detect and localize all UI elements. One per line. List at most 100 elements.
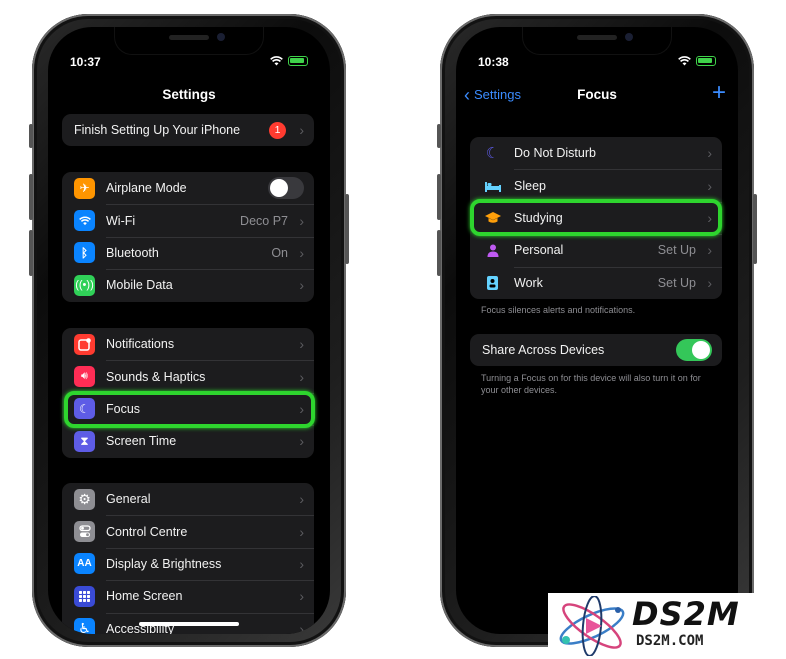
display-brightness-row[interactable]: AA Display & Brightness › [62, 547, 314, 580]
row-label: Share Across Devices [482, 343, 605, 358]
work-row[interactable]: Work Set Up › [470, 266, 722, 299]
focus-modes-group: ☾ Do Not Disturb › Sleep › Studying › Pe… [470, 137, 722, 299]
chevron-right-icon: › [299, 277, 304, 294]
person-icon [482, 240, 503, 261]
hourglass-icon: ⧗ [74, 430, 95, 452]
connectivity-group: ✈ Airplane Mode Wi-Fi Deco P7 › ᛒ Blueto… [62, 172, 314, 302]
bluetooth-row[interactable]: ᛒ Bluetooth On › [62, 236, 314, 269]
chevron-right-icon: › [299, 433, 304, 450]
row-label: General [106, 492, 151, 507]
chevron-right-icon: › [299, 368, 304, 385]
airplane-mode-row[interactable]: ✈ Airplane Mode [62, 172, 314, 204]
wifi-row[interactable]: Wi-Fi Deco P7 › [62, 204, 314, 236]
moon-icon: ☾ [485, 145, 500, 163]
side-button [345, 194, 349, 264]
volume-up-button [437, 174, 441, 220]
atom-logo [559, 596, 625, 656]
bluetooth-value: On [271, 245, 288, 260]
share-group: Share Across Devices [470, 334, 722, 367]
graduation-cap-icon [482, 207, 503, 228]
row-label: Home Screen [106, 589, 183, 604]
chevron-right-icon: › [299, 555, 304, 572]
status-time: 10:38 [478, 55, 509, 69]
row-label: Control Centre [106, 524, 188, 539]
studying-row[interactable]: Studying › [470, 201, 722, 234]
volume-down-button [437, 230, 441, 276]
wifi-value: Deco P7 [240, 213, 288, 228]
toggles-icon [74, 521, 95, 543]
notch [522, 27, 672, 55]
chevron-right-icon: › [299, 212, 304, 229]
wifi-status-icon [678, 56, 691, 66]
row-label: Screen Time [106, 434, 177, 449]
badge-icon [482, 272, 503, 293]
grid-icon [74, 585, 95, 607]
silent-switch [437, 124, 441, 148]
row-label: Sleep [514, 178, 546, 193]
sleep-row[interactable]: Sleep › [470, 169, 722, 201]
status-icons [270, 56, 308, 66]
row-label: Mobile Data [106, 278, 173, 293]
setup-group: Finish Setting Up Your iPhone 1 › [62, 114, 314, 147]
row-label: Wi-Fi [106, 213, 136, 228]
notifications-group: Notifications › 🔊︎ Sounds & Haptics › ☾ … [62, 328, 314, 458]
chevron-right-icon: › [707, 209, 712, 226]
watermark: DS2M DS2M.COM [548, 593, 786, 659]
watermark-subtitle: DS2M.COM [636, 633, 704, 649]
volume-up-button [29, 174, 33, 220]
antenna-icon: ((•)) [74, 274, 95, 296]
watermark-title: DS2M [632, 595, 740, 633]
chevron-right-icon: › [707, 242, 712, 259]
silent-switch [29, 124, 33, 148]
home-screen-row[interactable]: Home Screen › [62, 580, 314, 612]
speaker-icon: 🔊︎ [74, 366, 95, 388]
finish-setup-row[interactable]: Finish Setting Up Your iPhone 1 › [62, 114, 314, 146]
chevron-right-icon: › [299, 523, 304, 540]
accessibility-icon: ♿︎ [74, 618, 95, 634]
battery-icon [288, 56, 308, 66]
airplane-mode-toggle[interactable] [268, 177, 304, 200]
add-focus-button[interactable]: + [712, 79, 726, 107]
share-across-devices-toggle[interactable] [676, 339, 712, 362]
focus-footnote: Focus silences alerts and notifications. [481, 305, 636, 315]
share-footnote: Turning a Focus on for this device will … [481, 373, 701, 395]
control-centre-row[interactable]: Control Centre › [62, 515, 314, 547]
settings-screen: 10:37 Settings Finish Setting Up Your iP… [48, 27, 330, 634]
sounds-haptics-row[interactable]: 🔊︎ Sounds & Haptics › [62, 360, 314, 392]
row-label: Notifications [106, 337, 175, 352]
home-indicator[interactable] [139, 622, 239, 626]
wifi-status-icon [270, 56, 283, 66]
personal-row[interactable]: Personal Set Up › [470, 234, 722, 266]
general-row[interactable]: ⚙ General › [62, 483, 314, 515]
notch [114, 27, 264, 55]
chevron-right-icon: › [707, 177, 712, 194]
finish-setup-label: Finish Setting Up Your iPhone [74, 123, 241, 138]
row-label: Work [514, 275, 543, 290]
battery-icon [696, 56, 716, 66]
focus-row[interactable]: ☾ Focus › [62, 392, 314, 425]
status-icons [678, 56, 716, 66]
focus-screen: 10:38 ‹ Settings Focus + ☾ Do Not Distur… [456, 27, 738, 634]
chevron-right-icon: › [299, 491, 304, 508]
row-label: Studying [514, 210, 563, 225]
page-title: Settings [162, 87, 216, 102]
chevron-right-icon: › [299, 620, 304, 634]
mobile-data-row[interactable]: ((•)) Mobile Data › [62, 269, 314, 301]
do-not-disturb-row[interactable]: ☾ Do Not Disturb › [470, 137, 722, 169]
notifications-row[interactable]: Notifications › [62, 328, 314, 360]
status-time: 10:37 [70, 55, 101, 69]
row-label: Display & Brightness [106, 556, 222, 571]
phone-focus: 10:38 ‹ Settings Focus + ☾ Do Not Distur… [437, 14, 757, 647]
row-label: Airplane Mode [106, 181, 187, 196]
wifi-icon [74, 210, 95, 232]
phone-settings: 10:37 Settings Finish Setting Up Your iP… [29, 14, 349, 647]
screen-time-row[interactable]: ⧗ Screen Time › [62, 425, 314, 457]
chevron-right-icon: › [299, 336, 304, 353]
row-label: Bluetooth [106, 245, 159, 260]
side-button [753, 194, 757, 264]
row-label: Do Not Disturb [514, 146, 596, 161]
chevron-right-icon: › [299, 400, 304, 417]
moon-icon: ☾ [74, 398, 95, 420]
general-group: ⚙ General › Control Centre › AA Display … [62, 483, 314, 634]
bluetooth-icon: ᛒ [74, 242, 95, 264]
